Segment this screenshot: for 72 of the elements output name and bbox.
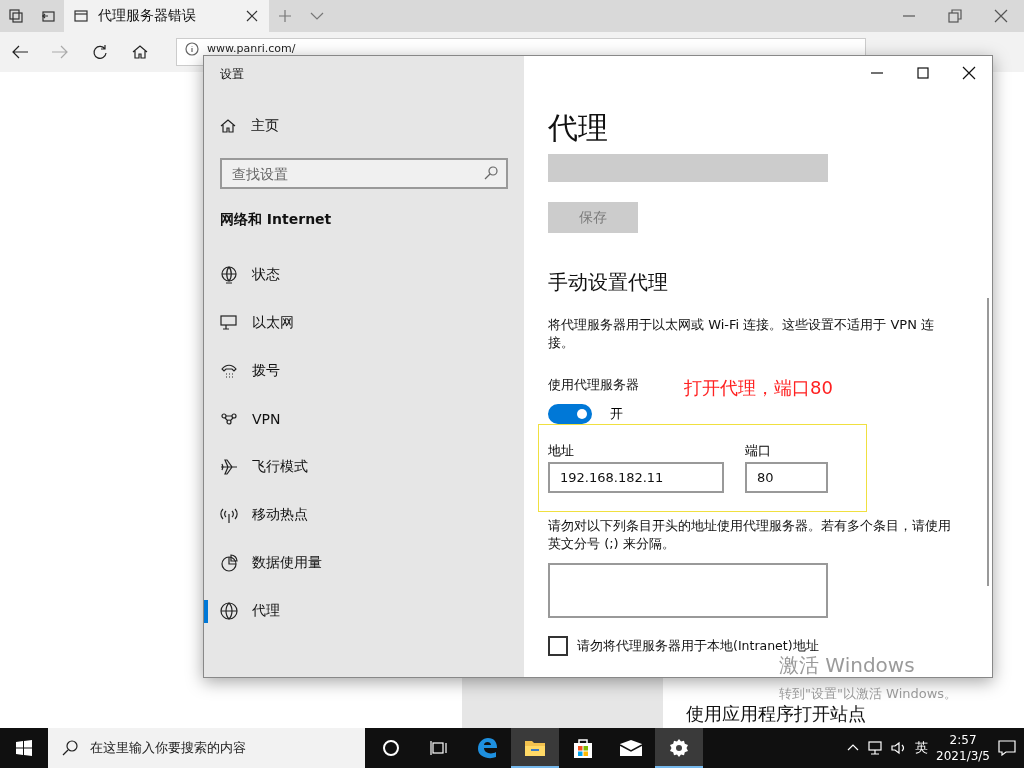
edge-icon — [476, 737, 498, 759]
nav-item[interactable]: 飞行模式 — [204, 443, 508, 491]
section-heading: 手动设置代理 — [548, 269, 669, 296]
close-icon — [245, 9, 259, 23]
taskbar-app[interactable] — [655, 728, 703, 768]
toggle-state: 开 — [610, 405, 623, 423]
activation-subtitle: 转到"设置"以激活 Windows。 — [779, 685, 958, 703]
nav-item[interactable]: 代理 — [204, 587, 508, 635]
home-nav-item[interactable]: 主页 — [220, 110, 508, 142]
close-icon — [962, 66, 976, 80]
settings-icon — [669, 738, 689, 758]
restore-icon — [948, 9, 962, 23]
close-icon — [994, 9, 1008, 23]
address-field[interactable]: 192.168.182.11 — [548, 462, 724, 493]
activation-title: 激活 Windows — [779, 652, 916, 679]
description-text: 请勿对以下列条目开头的地址使用代理服务器。若有多个条目，请使用英文分号 (;) 来分隔。 — [548, 517, 952, 553]
checkbox-label: 请勿将代理服务器用于本地(Intranet)地址 — [577, 637, 819, 655]
folder-icon — [524, 738, 546, 758]
toggle-label: 使用代理服务器 — [548, 377, 639, 392]
section-heading: 网络和 Internet — [220, 211, 332, 227]
refresh-icon — [92, 44, 108, 60]
info-icon — [185, 42, 199, 56]
notification-icon — [998, 740, 1016, 756]
mail-icon — [619, 739, 643, 757]
window-title: 设置 — [220, 67, 244, 81]
exceptions-field[interactable] — [548, 563, 828, 618]
scrollbar[interactable] — [987, 298, 989, 586]
search-field[interactable]: 查找设置 — [220, 158, 508, 189]
search-icon — [62, 740, 78, 756]
nav-item[interactable]: 数据使用量 — [204, 539, 508, 587]
checkbox[interactable] — [548, 636, 568, 656]
field-label: 地址 — [548, 442, 575, 460]
clock[interactable]: 2:57 2021/3/5 — [936, 732, 990, 764]
windows-logo-icon — [16, 740, 32, 756]
page-icon — [74, 9, 88, 23]
forward-arrow-icon — [51, 44, 69, 60]
maximize-icon — [916, 66, 930, 80]
language-indicator[interactable]: 英 — [915, 739, 929, 757]
field-label: 端口 — [745, 442, 772, 460]
antenna-icon — [220, 506, 238, 524]
phone-icon — [220, 362, 238, 380]
monitor-icon — [220, 314, 238, 332]
tabs-icon — [9, 9, 23, 23]
port-field[interactable]: 80 — [745, 462, 828, 493]
globe-monitor-icon — [220, 266, 238, 284]
task-view-icon — [430, 739, 448, 757]
back-arrow-icon — [11, 44, 29, 60]
globe-icon — [220, 602, 238, 620]
annotation-text: 打开代理，端口80 — [684, 376, 833, 400]
home-icon — [220, 118, 236, 134]
tab-aside-icon — [41, 9, 55, 23]
nav-item[interactable]: 移动热点 — [204, 491, 508, 539]
circle-icon — [382, 739, 400, 757]
section-heading: 使用应用程序打开站点 — [686, 702, 867, 726]
search-icon — [484, 166, 498, 180]
airplane-icon — [220, 458, 238, 476]
store-bag-icon — [572, 737, 594, 759]
browser-tab[interactable]: 代理服务器错误 — [64, 0, 269, 32]
nav-item[interactable]: 状态 — [204, 251, 508, 299]
home-icon — [132, 44, 148, 60]
vpn-icon — [220, 410, 238, 428]
nav-item[interactable]: 以太网 — [204, 299, 508, 347]
network-icon — [867, 741, 884, 755]
plus-icon — [278, 9, 292, 23]
nav-item[interactable]: VPN — [204, 395, 508, 443]
pie-chart-icon — [220, 554, 238, 572]
taskbar-search-field[interactable]: 在这里输入你要搜索的内容 — [48, 728, 365, 768]
page-title: 代理 — [548, 109, 609, 147]
proxy-toggle[interactable] — [548, 404, 592, 424]
nav-item[interactable]: 拨号 — [204, 347, 508, 395]
taskbar-app[interactable] — [511, 728, 559, 768]
description-text: 将代理服务器用于以太网或 Wi-Fi 连接。这些设置不适用于 VPN 连接。 — [548, 316, 935, 352]
